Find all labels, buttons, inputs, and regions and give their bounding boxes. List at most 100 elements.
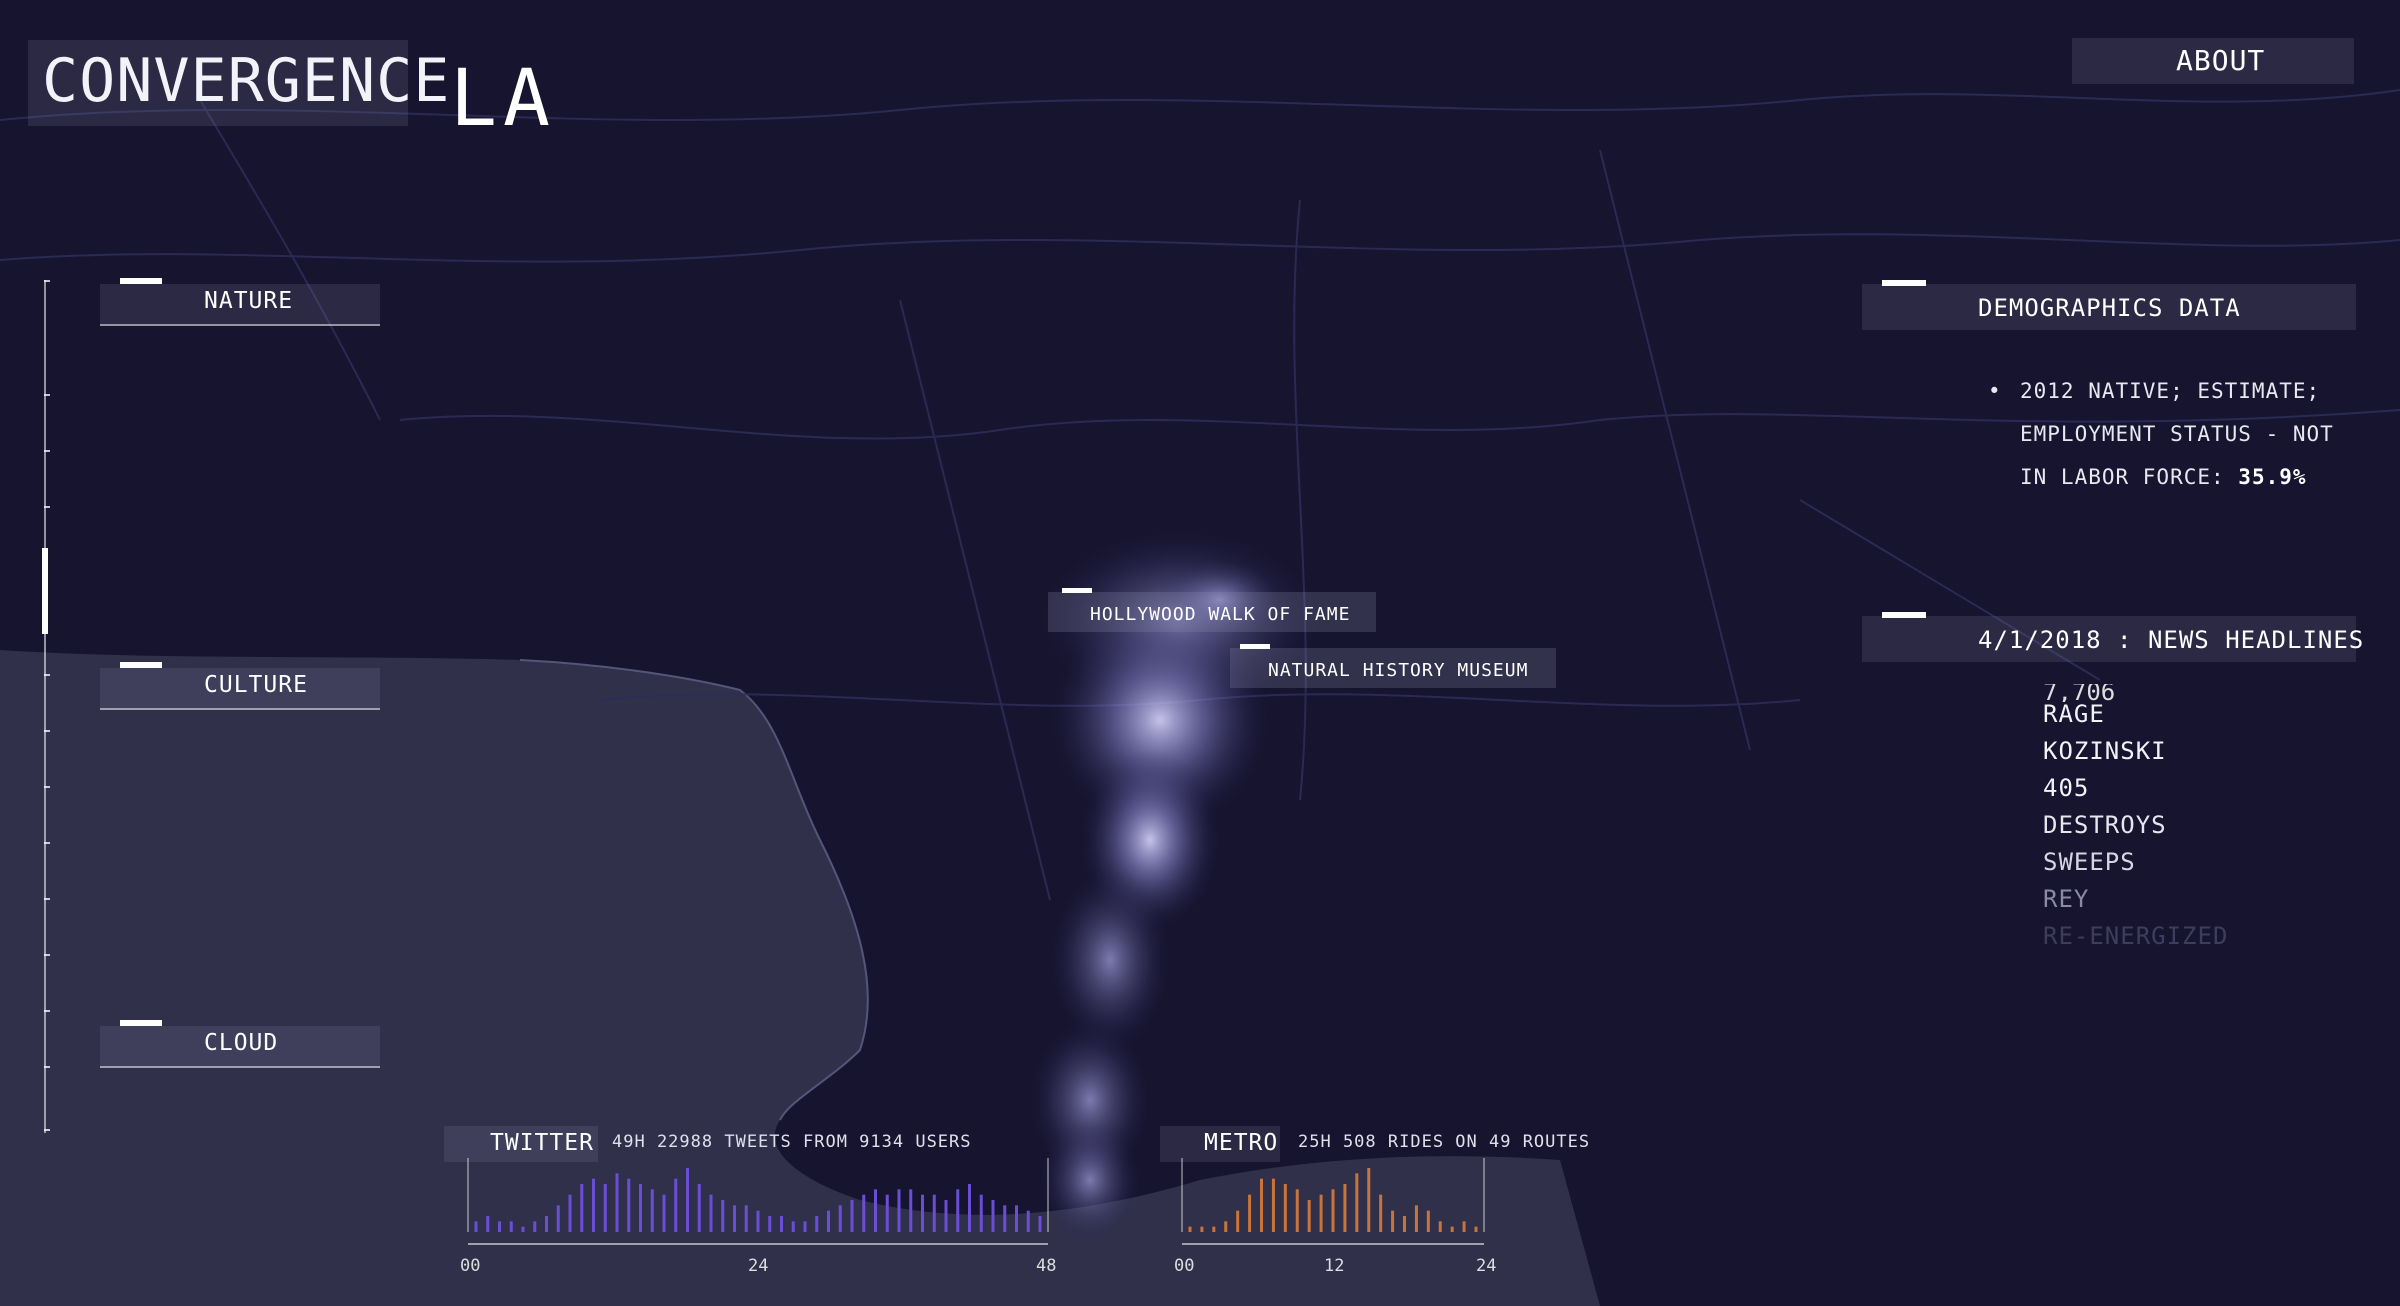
twitter-bar	[662, 1194, 666, 1232]
bullet-icon: •	[1988, 379, 2002, 403]
category-culture[interactable]: CULTURE	[100, 662, 380, 710]
twitter-bar	[498, 1221, 501, 1232]
metro-bar	[1212, 1226, 1216, 1232]
metro-chart[interactable]: METRO 25H 508 RIDES ON 49 ROUTES 00 12 2…	[1160, 1120, 1600, 1276]
news-item[interactable]: RE-ENERGIZED	[2043, 918, 2228, 955]
metro-bar	[1283, 1184, 1287, 1232]
twitter-bar	[838, 1205, 842, 1232]
category-nature[interactable]: NATURE	[100, 278, 380, 326]
twitter-bar	[686, 1168, 689, 1232]
twitter-bar	[592, 1178, 595, 1232]
twitter-bar	[862, 1194, 866, 1232]
twitter-bar	[1003, 1205, 1007, 1232]
timeline-scrubber[interactable]	[42, 280, 50, 1133]
landmark-hollywood[interactable]: HOLLYWOOD WALK OF FAME	[1048, 588, 1376, 632]
news-item[interactable]: KOZINSKI	[2043, 733, 2228, 770]
twitter-bar	[909, 1189, 913, 1232]
metro-bar	[1248, 1194, 1252, 1232]
twitter-summary: 49H 22988 TWEETS FROM 9134 USERS	[612, 1132, 972, 1152]
twitter-bar	[709, 1194, 713, 1232]
twitter-bar	[791, 1221, 795, 1232]
twitter-bar	[921, 1194, 924, 1232]
news-list: RAGE KOZINSKI 405 DESTROYS SWEEPS REY RE…	[2043, 696, 2228, 955]
news-item[interactable]: 405	[2043, 770, 2228, 807]
category-label: CLOUD	[204, 1030, 279, 1056]
category-label: CULTURE	[204, 672, 308, 698]
twitter-bar	[627, 1178, 631, 1232]
metro-bar	[1355, 1173, 1359, 1232]
metro-bar	[1426, 1210, 1430, 1232]
metro-axis-end: 24	[1476, 1256, 1497, 1276]
metro-bar	[1367, 1168, 1371, 1232]
category-label: NATURE	[204, 288, 294, 314]
metro-bar	[1188, 1226, 1192, 1232]
twitter-axis-mid: 24	[748, 1256, 769, 1276]
category-cloud[interactable]: CLOUD	[100, 1020, 380, 1068]
twitter-bar	[545, 1216, 548, 1232]
news-item[interactable]: REY	[2043, 881, 2228, 918]
twitter-axis-start: 00	[460, 1256, 481, 1276]
metro-bars	[1181, 1158, 1485, 1245]
twitter-chart[interactable]: TWITTER 49H 22988 TWEETS FROM 9134 USERS…	[444, 1120, 1056, 1276]
metro-bar	[1462, 1221, 1466, 1232]
metro-bar	[1403, 1216, 1406, 1232]
demographics-value: 35.9%	[2238, 465, 2307, 489]
twitter-bar	[580, 1184, 584, 1232]
metro-summary: 25H 508 RIDES ON 49 ROUTES	[1298, 1132, 1591, 1152]
about-label: ABOUT	[2176, 44, 2266, 77]
metro-bar	[1319, 1194, 1323, 1232]
twitter-bar	[1038, 1216, 1042, 1232]
metro-bar	[1391, 1210, 1395, 1232]
metro-bar	[1307, 1200, 1311, 1232]
twitter-bar	[615, 1173, 619, 1232]
landmark-label: HOLLYWOOD WALK OF FAME	[1090, 604, 1351, 625]
metro-axis-mid: 12	[1324, 1256, 1345, 1276]
metro-bar	[1271, 1178, 1275, 1232]
news-item[interactable]: DESTROYS	[2043, 807, 2228, 844]
twitter-bar	[780, 1216, 783, 1232]
news-header[interactable]: 4/1/2018 : NEWS HEADLINES	[1862, 612, 2363, 662]
news-title: NEWS HEADLINES	[2147, 626, 2365, 654]
metro-bar	[1474, 1226, 1478, 1232]
news-item[interactable]: RAGE	[2043, 696, 2228, 733]
demographics-text: • 2012 NATIVE; ESTIMATE; EMPLOYMENT STAT…	[1988, 370, 2350, 499]
app-title: CONVERGENCE	[42, 46, 451, 116]
twitter-bar	[486, 1216, 490, 1232]
twitter-bar	[568, 1194, 572, 1232]
twitter-bar	[650, 1189, 654, 1232]
landmark-label: NATURAL HISTORY MUSEUM	[1268, 660, 1529, 681]
metro-bar	[1343, 1184, 1347, 1232]
demographics-header[interactable]: DEMOGRAPHICS DATA	[1862, 280, 2356, 330]
twitter-bar	[521, 1226, 525, 1232]
twitter-bars	[467, 1158, 1049, 1245]
timeline-handle[interactable]	[42, 548, 48, 634]
twitter-bar	[603, 1184, 607, 1232]
twitter-bar	[1015, 1205, 1018, 1232]
twitter-bar	[674, 1178, 678, 1232]
twitter-axis-end: 48	[1036, 1256, 1057, 1276]
twitter-bar	[1026, 1210, 1030, 1232]
app-city: LA	[450, 54, 556, 144]
metro-bar	[1331, 1189, 1335, 1232]
metro-bar	[1224, 1221, 1228, 1232]
twitter-bar	[827, 1210, 830, 1232]
twitter-bar	[509, 1221, 513, 1232]
metro-bar	[1414, 1205, 1418, 1232]
twitter-bar	[991, 1200, 995, 1232]
twitter-bar	[803, 1221, 807, 1232]
twitter-bar	[850, 1200, 854, 1232]
twitter-bar	[721, 1200, 725, 1232]
twitter-bar	[956, 1189, 960, 1232]
news-item[interactable]: SWEEPS	[2043, 844, 2228, 881]
twitter-bar	[944, 1200, 948, 1232]
twitter-bar	[979, 1194, 983, 1232]
metro-axis-start: 00	[1174, 1256, 1195, 1276]
metro-bar	[1379, 1194, 1383, 1232]
metro-bar	[1295, 1189, 1299, 1232]
landmark-museum[interactable]: NATURAL HISTORY MUSEUM	[1230, 644, 1556, 688]
twitter-bar	[756, 1210, 760, 1232]
twitter-bar	[697, 1184, 701, 1232]
twitter-bar	[897, 1189, 901, 1232]
twitter-bar	[885, 1194, 889, 1232]
twitter-bar	[968, 1184, 971, 1232]
